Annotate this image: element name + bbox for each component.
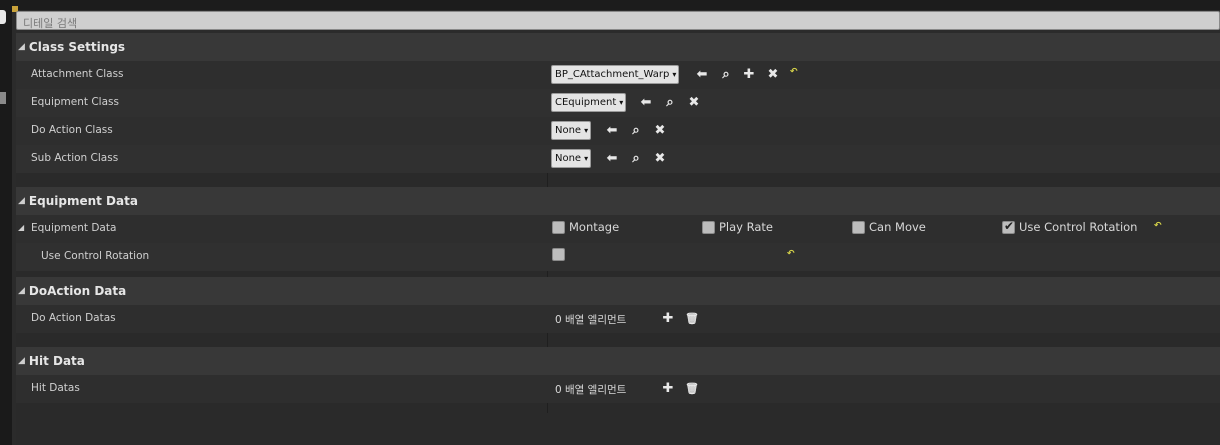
checkbox-label: Can Move	[869, 220, 926, 234]
property-row-equipment-class: Equipment Class CEquipment ▾ ⬅ ⌕ ✖	[16, 89, 1220, 117]
combo-value: None	[555, 153, 582, 164]
use-control-rotation-checkbox[interactable]: Use Control Rotation	[1002, 219, 1138, 234]
expand-icon[interactable]: ◢	[18, 223, 24, 232]
browse-icon[interactable]: ⌕	[628, 150, 644, 166]
category-hit-data[interactable]: ◢ Hit Data	[16, 347, 1220, 375]
do-action-class-combo[interactable]: None ▾	[551, 121, 592, 140]
category-title: Hit Data	[28, 354, 85, 368]
can-move-checkbox[interactable]: Can Move	[852, 220, 926, 234]
checkbox[interactable]	[702, 220, 715, 234]
chevron-down-icon: ▾	[619, 98, 624, 107]
category-title: DoAction Data	[28, 284, 127, 298]
property-label: Do Action Datas	[31, 312, 116, 324]
expand-icon[interactable]: ◢	[18, 286, 25, 296]
add-icon[interactable]: ✚	[741, 66, 757, 82]
array-element-count: 0 배열 엘리먼트	[555, 384, 627, 396]
chevron-down-icon: ▾	[584, 126, 589, 135]
property-row-attachment-class: Attachment Class BP_CAttachment_Warp ▾ ⬅…	[16, 61, 1220, 89]
browse-icon[interactable]: ⌕	[718, 66, 734, 82]
property-row-equipment-data: ◢ Equipment Data Montage Play Rate Can M…	[16, 215, 1220, 243]
clear-icon[interactable]: ✖	[652, 150, 668, 166]
use-selected-icon[interactable]: ⬅	[694, 66, 710, 82]
expand-icon[interactable]: ◢	[18, 42, 25, 52]
property-row-sub-action-class: Sub Action Class None ▾ ⬅ ⌕ ✖	[16, 145, 1220, 173]
clear-icon[interactable]: ✖	[765, 66, 781, 82]
use-selected-icon[interactable]: ⬅	[638, 94, 654, 110]
attachment-class-combo[interactable]: BP_CAttachment_Warp ▾	[551, 65, 680, 84]
left-dock-strip	[0, 0, 12, 445]
panel-empty-area	[16, 415, 1220, 445]
expand-icon[interactable]: ◢	[18, 356, 25, 366]
reset-to-default-icon[interactable]: ↶	[1154, 221, 1164, 231]
checkbox[interactable]	[852, 220, 865, 234]
chevron-down-icon: ▾	[672, 70, 677, 79]
property-label: Sub Action Class	[31, 152, 119, 164]
trash-icon[interactable]: 🗑	[684, 310, 700, 326]
details-panel: ◢ Class Settings Attachment Class BP_CAt…	[16, 33, 1220, 445]
array-element-count: 0 배열 엘리먼트	[555, 314, 627, 326]
combo-value: BP_CAttachment_Warp	[555, 69, 670, 80]
category-equipment-data[interactable]: ◢ Equipment Data	[16, 187, 1220, 215]
checkbox[interactable]	[1002, 219, 1015, 234]
property-label: Hit Datas	[31, 382, 80, 394]
property-label: Attachment Class	[31, 68, 124, 80]
property-row-do-action-datas: Do Action Datas 0 배열 엘리먼트 ✚ 🗑	[16, 305, 1220, 333]
clear-icon[interactable]: ✖	[686, 94, 702, 110]
checkbox-label: Play Rate	[719, 220, 774, 234]
property-row-do-action-class: Do Action Class None ▾ ⬅ ⌕ ✖	[16, 117, 1220, 145]
sub-action-class-combo[interactable]: None ▾	[551, 149, 592, 168]
montage-checkbox[interactable]: Montage	[552, 220, 619, 234]
use-control-rotation-sub-checkbox[interactable]	[552, 248, 569, 261]
equipment-class-combo[interactable]: CEquipment ▾	[551, 93, 627, 112]
clear-icon[interactable]: ✖	[652, 122, 668, 138]
dock-indicator	[0, 92, 6, 104]
title-strip	[12, 0, 1220, 12]
category-class-settings[interactable]: ◢ Class Settings	[16, 33, 1220, 61]
checkbox[interactable]	[552, 220, 565, 234]
reset-to-default-icon[interactable]: ↶	[790, 67, 800, 77]
chevron-down-icon: ▾	[584, 154, 589, 163]
property-label: Do Action Class	[31, 124, 113, 136]
expand-icon[interactable]: ◢	[18, 196, 25, 206]
reset-to-default-icon[interactable]: ↶	[787, 249, 797, 259]
play-rate-checkbox[interactable]: Play Rate	[702, 220, 773, 234]
category-doaction-data[interactable]: ◢ DoAction Data	[16, 277, 1220, 305]
category-title: Equipment Data	[28, 194, 138, 208]
checkbox-label: Use Control Rotation	[1019, 220, 1138, 234]
details-search-box[interactable]	[16, 11, 1220, 32]
category-title: Class Settings	[28, 40, 126, 54]
property-label: Use Control Rotation	[41, 250, 150, 262]
use-selected-icon[interactable]: ⬅	[604, 122, 620, 138]
property-row-use-control-rotation: Use Control Rotation ↶	[16, 243, 1220, 271]
checkbox-label: Montage	[569, 220, 620, 234]
property-row-hit-datas: Hit Datas 0 배열 엘리먼트 ✚ 🗑	[16, 375, 1220, 403]
trash-icon[interactable]: 🗑	[684, 380, 700, 396]
dock-tab-handle[interactable]	[0, 10, 6, 24]
browse-icon[interactable]: ⌕	[628, 122, 644, 138]
combo-value: CEquipment	[555, 97, 617, 108]
property-label: Equipment Data	[31, 222, 117, 234]
add-element-icon[interactable]: ✚	[660, 310, 676, 326]
checkbox[interactable]	[552, 248, 565, 261]
property-label: Equipment Class	[31, 96, 119, 108]
add-element-icon[interactable]: ✚	[660, 380, 676, 396]
combo-value: None	[555, 125, 582, 136]
browse-icon[interactable]: ⌕	[662, 94, 678, 110]
details-search-input[interactable]	[17, 15, 1219, 32]
use-selected-icon[interactable]: ⬅	[604, 150, 620, 166]
